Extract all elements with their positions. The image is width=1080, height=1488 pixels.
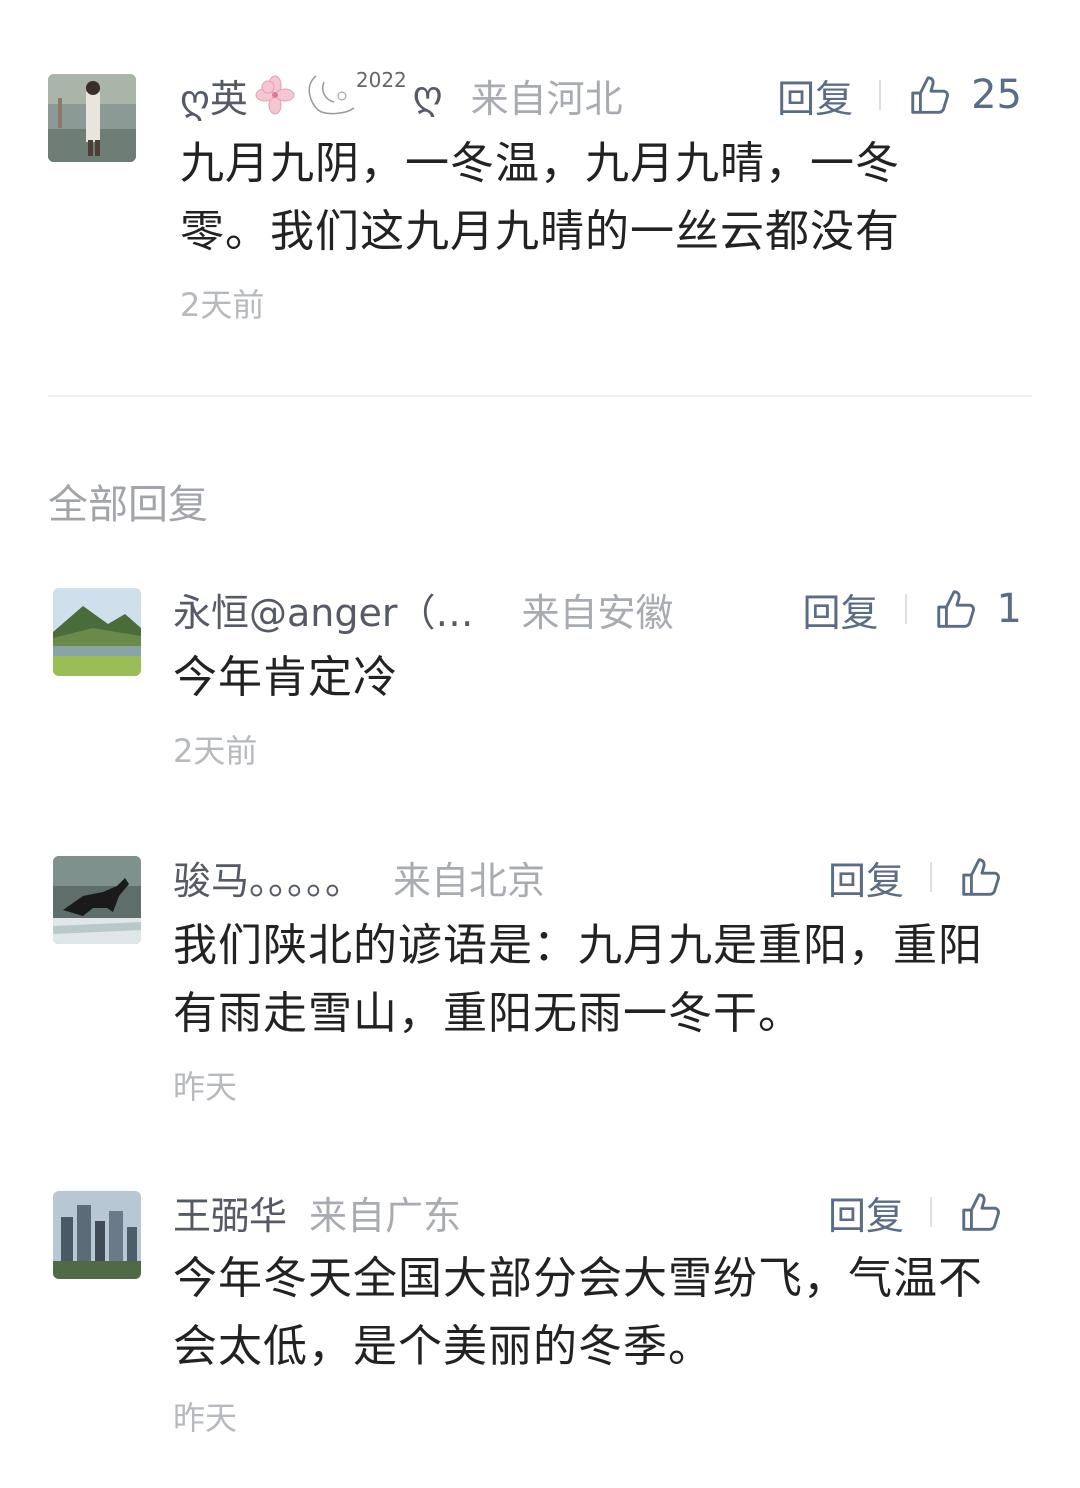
reply-item: 王弼华 来自广东 回复 今年冬天全国大部分会大雪纷飞，气温不会太低，是个美丽的冬… xyxy=(0,1165,1080,1465)
timestamp: 昨天 xyxy=(173,1399,238,1437)
avatar[interactable] xyxy=(53,856,141,944)
like-button[interactable]: 1 xyxy=(933,586,1022,632)
divider xyxy=(930,1197,932,1227)
comment-text: 我们陕北的谚语是：九月九是重阳，重阳有雨走雪山，重阳无雨一冬干。 xyxy=(173,920,983,1039)
like-button[interactable]: 25 xyxy=(907,72,1022,118)
like-count: 1 xyxy=(996,586,1022,632)
actions: 回复 xyxy=(828,1185,1022,1240)
actions: 回复 xyxy=(828,850,1022,905)
ornament-icon xyxy=(302,72,362,118)
username-suffix: ღ xyxy=(412,73,443,117)
timestamp: 昨天 xyxy=(173,1068,238,1106)
section-title: 全部回复 xyxy=(48,482,208,528)
timestamp: 2天前 xyxy=(173,732,258,770)
location: 来自河北 xyxy=(470,76,623,121)
meta-row: 骏马。。。。。 来自北京 xyxy=(173,850,546,905)
location: 来自广东 xyxy=(309,1193,462,1238)
avatar[interactable] xyxy=(48,74,136,162)
top-comment: ღ英 2022 ღ 来自河北 回复 25 九月九阴，一冬温，九月九晴，一冬零。我… xyxy=(0,0,1080,390)
comment-text: 今年肯定冷 xyxy=(173,652,398,703)
section-divider xyxy=(48,395,1032,397)
thumbs-up-icon xyxy=(911,76,950,114)
avatar-photo-horse-waterfall xyxy=(53,856,141,944)
meta-row: ღ英 2022 ღ 来自河北 xyxy=(180,68,623,123)
avatar[interactable] xyxy=(53,588,141,676)
meta-row: 王弼华 来自广东 xyxy=(173,1185,462,1240)
like-count: 25 xyxy=(971,72,1022,118)
like-button[interactable] xyxy=(958,854,1022,900)
reply-item: 永恒@anger（… 来自安徽 回复 1 今年肯定冷 2天前 xyxy=(0,560,1080,800)
username[interactable]: ღ英 2022 ღ xyxy=(180,68,443,123)
location: 来自安徽 xyxy=(521,590,674,635)
meta-row: 永恒@anger（… 来自安徽 xyxy=(173,582,674,637)
divider xyxy=(904,594,907,624)
timestamp: 2天前 xyxy=(180,286,265,324)
sakura-icon xyxy=(252,75,298,115)
username-year: 2022 xyxy=(355,67,407,92)
actions: 回复 25 xyxy=(777,68,1022,123)
divider xyxy=(879,80,882,110)
username-prefix: ღ英 xyxy=(180,76,248,121)
like-button[interactable] xyxy=(958,1189,1022,1235)
username[interactable]: 骏马。。。。。 xyxy=(173,850,363,905)
reply-item: 骏马。。。。。 来自北京 回复 我们陕北的谚语是：九月九是重阳，重阳有雨走雪山，… xyxy=(0,830,1080,1130)
avatar[interactable] xyxy=(53,1191,141,1279)
comment-text: 九月九阴，一冬温，九月九晴，一冬零。我们这九月九晴的一丝云都没有 xyxy=(180,138,900,257)
username[interactable]: 永恒@anger（… xyxy=(173,582,474,637)
reply-button[interactable]: 回复 xyxy=(828,1185,904,1240)
reply-button[interactable]: 回复 xyxy=(777,68,853,123)
username[interactable]: 王弼华 xyxy=(173,1185,287,1240)
avatar-photo-mountain-lake xyxy=(53,588,141,676)
reply-button[interactable]: 回复 xyxy=(803,582,879,637)
reply-button[interactable]: 回复 xyxy=(828,850,904,905)
thumbs-up-icon xyxy=(962,1193,1000,1231)
comment-text: 今年冬天全国大部分会大雪纷飞，气温不会太低，是个美丽的冬季。 xyxy=(173,1253,983,1372)
divider xyxy=(930,862,932,892)
thumbs-up-icon xyxy=(936,590,975,628)
avatar-photo-city-skyline xyxy=(53,1191,141,1279)
location: 来自北京 xyxy=(393,858,546,903)
actions: 回复 1 xyxy=(803,582,1022,637)
thumbs-up-icon xyxy=(962,858,1000,896)
avatar-photo-river xyxy=(48,74,136,162)
